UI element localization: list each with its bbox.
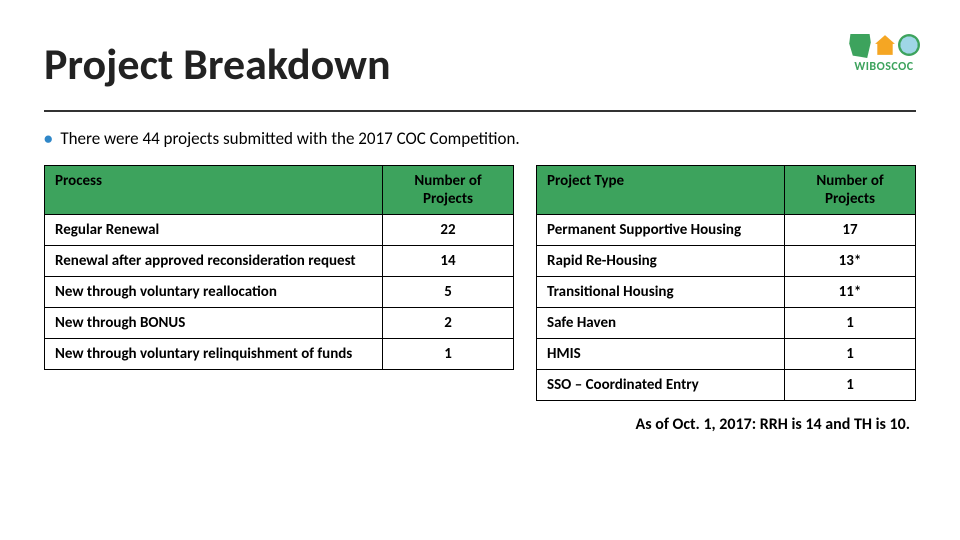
cell-type: SSO – Coordinated Entry [537, 370, 785, 401]
cell-number: 1 [785, 308, 916, 339]
table-row: Regular Renewal 22 [45, 215, 514, 246]
globe-icon [898, 34, 920, 56]
bullet-line: • There were 44 projects submitted with … [44, 128, 916, 149]
cell-type: HMIS [537, 339, 785, 370]
cell-process: New through voluntary relinquishment of … [45, 339, 383, 370]
col-process: Process [45, 166, 383, 215]
cell-number: 5 [383, 277, 514, 308]
slide: Project Breakdown WIBOSCOC • There were … [0, 0, 960, 540]
house-icon [874, 34, 896, 56]
cell-number: 13* [785, 246, 916, 277]
table-row: SSO – Coordinated Entry 1 [537, 370, 916, 401]
cell-number: 11* [785, 277, 916, 308]
cell-type: Permanent Supportive Housing [537, 215, 785, 246]
tables-row: Process Number of Projects Regular Renew… [44, 165, 916, 401]
table-row: New through voluntary relinquishment of … [45, 339, 514, 370]
cell-type: Safe Haven [537, 308, 785, 339]
bullet-dot-icon: • [44, 128, 52, 149]
cell-process: New through voluntary reallocation [45, 277, 383, 308]
cell-number: 1 [383, 339, 514, 370]
cell-process: Regular Renewal [45, 215, 383, 246]
cell-type: Transitional Housing [537, 277, 785, 308]
cell-number: 2 [383, 308, 514, 339]
wisconsin-shape-icon [848, 34, 872, 58]
col-number: Number of Projects [785, 166, 916, 215]
logo-text: WIBOSCOC [848, 60, 920, 74]
col-project-type: Project Type [537, 166, 785, 215]
cell-number: 22 [383, 215, 514, 246]
table-row: Safe Haven 1 [537, 308, 916, 339]
cell-number: 1 [785, 339, 916, 370]
table-row: New through BONUS 2 [45, 308, 514, 339]
table-row: Rapid Re-Housing 13* [537, 246, 916, 277]
bullet-text: There were 44 projects submitted with th… [60, 128, 519, 149]
process-table: Process Number of Projects Regular Renew… [44, 165, 514, 370]
cell-number: 14 [383, 246, 514, 277]
table-row: Permanent Supportive Housing 17 [537, 215, 916, 246]
cell-process: Renewal after approved reconsideration r… [45, 246, 383, 277]
table-row: HMIS 1 [537, 339, 916, 370]
table-row: Renewal after approved reconsideration r… [45, 246, 514, 277]
cell-type: Rapid Re-Housing [537, 246, 785, 277]
footnote: As of Oct. 1, 2017: RRH is 14 and TH is … [44, 415, 916, 434]
table-row: New through voluntary reallocation 5 [45, 277, 514, 308]
divider [44, 110, 916, 112]
project-type-table: Project Type Number of Projects Permanen… [536, 165, 916, 401]
cell-number: 17 [785, 215, 916, 246]
table-row: Transitional Housing 11* [537, 277, 916, 308]
col-number: Number of Projects [383, 166, 514, 215]
table-header-row: Project Type Number of Projects [537, 166, 916, 215]
wiboscoc-logo: WIBOSCOC [848, 34, 920, 74]
cell-number: 1 [785, 370, 916, 401]
page-title: Project Breakdown [44, 40, 916, 88]
cell-process: New through BONUS [45, 308, 383, 339]
table-header-row: Process Number of Projects [45, 166, 514, 215]
logo-icon-row [848, 34, 920, 58]
